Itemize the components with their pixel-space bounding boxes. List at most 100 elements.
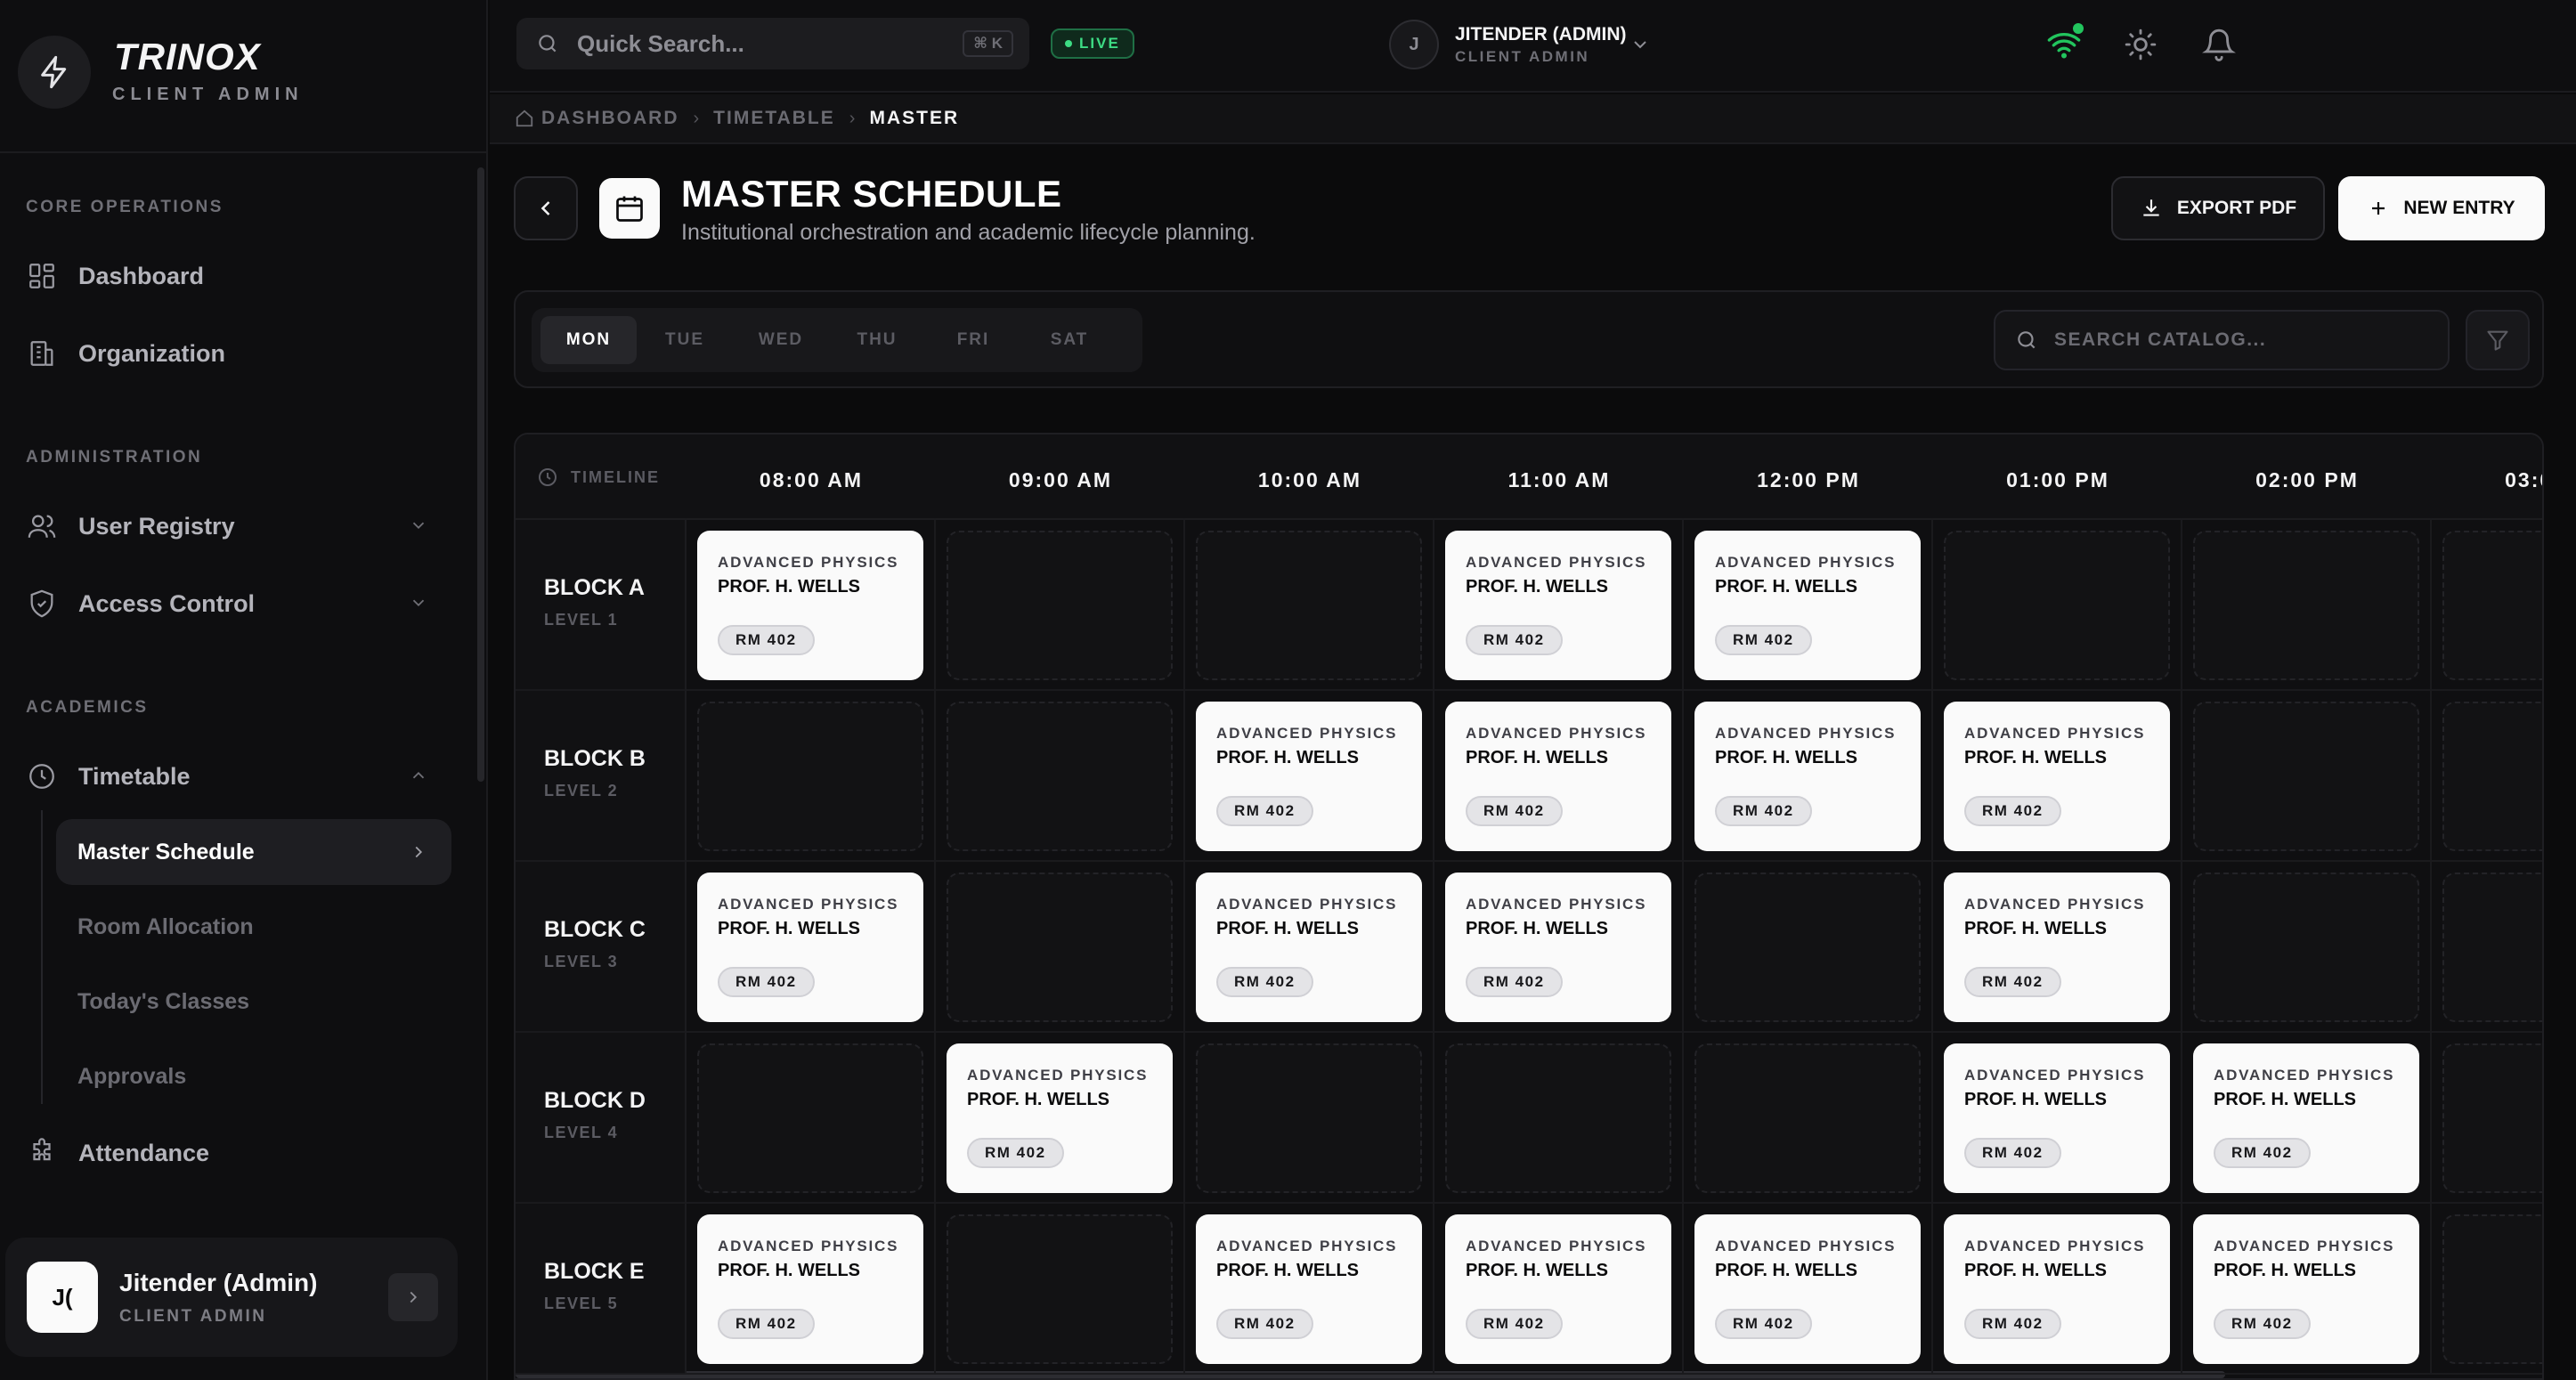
sidebar-item-organization[interactable]: Organization — [26, 327, 444, 380]
class-card[interactable]: ADVANCED PHYSICS PROF. H. WELLS RM 402 — [947, 1043, 1173, 1193]
breadcrumb-timetable[interactable]: TIMETABLE — [713, 108, 835, 129]
empty-slot[interactable] — [697, 1043, 923, 1193]
room-badge: RM 402 — [718, 967, 815, 997]
empty-slot[interactable] — [2442, 873, 2542, 1022]
sidebar-subitem-master-schedule[interactable]: Master Schedule — [56, 819, 451, 885]
sidebar-item-user-registry[interactable]: User Registry — [26, 499, 444, 553]
brand-subtitle: CLIENT ADMIN — [112, 85, 304, 104]
class-card[interactable]: ADVANCED PHYSICS PROF. H. WELLS RM 402 — [697, 1214, 923, 1364]
class-card[interactable]: ADVANCED PHYSICS PROF. H. WELLS RM 402 — [1196, 702, 1422, 851]
wifi-icon[interactable] — [2043, 23, 2085, 66]
sidebar-scrollbar[interactable] — [477, 167, 484, 782]
empty-slot[interactable] — [1445, 1043, 1671, 1193]
breadcrumb-dashboard[interactable]: DASHBOARD — [541, 108, 679, 129]
room-badge: RM 402 — [718, 1309, 815, 1339]
schedule-grid: TIMELINE 08:00 AM 09:00 AM 10:00 AM 11:00 A… — [514, 433, 2544, 1380]
catalog-search-input[interactable]: SEARCH CATALOG... — [1994, 310, 2450, 370]
filter-button[interactable] — [2466, 310, 2530, 370]
subitem-label: Master Schedule — [77, 839, 255, 865]
sidebar-subitem-todays-classes[interactable]: Today's Classes — [56, 969, 451, 1035]
room-badge: RM 402 — [967, 1138, 1064, 1168]
empty-slot[interactable] — [1196, 531, 1422, 680]
class-card[interactable]: ADVANCED PHYSICS PROF. H. WELLS RM 402 — [697, 873, 923, 1022]
tab-tue[interactable]: TUE — [637, 316, 733, 364]
empty-slot[interactable] — [1694, 873, 1921, 1022]
sidebar-subitem-approvals[interactable]: Approvals — [56, 1043, 451, 1109]
tab-wed[interactable]: WED — [733, 316, 829, 364]
avatar: J( — [27, 1262, 98, 1333]
download-icon — [2143, 199, 2159, 216]
back-button[interactable] — [514, 176, 578, 240]
class-card[interactable]: ADVANCED PHYSICS PROF. H. WELLS RM 402 — [1445, 1214, 1671, 1364]
class-card[interactable]: ADVANCED PHYSICS PROF. H. WELLS RM 402 — [1944, 702, 2170, 851]
class-card[interactable]: ADVANCED PHYSICS PROF. H. WELLS RM 402 — [1944, 1214, 2170, 1364]
account-menu[interactable]: J JITENDER (ADMIN) CLIENT ADMIN — [1386, 20, 1662, 71]
section-academics: ACADEMICS — [26, 698, 149, 717]
sidebar-item-timetable[interactable]: Timetable — [26, 750, 444, 803]
block-row-label: BLOCK C LEVEL 3 — [516, 862, 687, 1033]
class-card[interactable]: ADVANCED PHYSICS PROF. H. WELLS RM 402 — [1694, 1214, 1921, 1364]
sidebar-item-dashboard[interactable]: Dashboard — [26, 249, 444, 303]
quick-search-input[interactable]: Quick Search... ⌘ K — [516, 18, 1029, 69]
empty-slot[interactable] — [1196, 1043, 1422, 1193]
block-row-label: BLOCK B LEVEL 2 — [516, 691, 687, 862]
course-name: ADVANCED PHYSICS — [1964, 725, 2146, 742]
block-level: LEVEL 3 — [544, 953, 619, 970]
class-card[interactable]: ADVANCED PHYSICS PROF. H. WELLS RM 402 — [1694, 702, 1921, 851]
empty-slot[interactable] — [947, 702, 1173, 851]
sidebar-item-attendance[interactable]: Attendance — [26, 1126, 444, 1180]
class-card[interactable]: ADVANCED PHYSICS PROF. H. WELLS RM 402 — [1445, 531, 1671, 680]
empty-slot[interactable] — [2193, 531, 2419, 680]
time-header: 01:00 PM — [2006, 468, 2109, 491]
empty-slot[interactable] — [2442, 1214, 2542, 1364]
empty-slot[interactable] — [697, 702, 923, 851]
empty-slot[interactable] — [1944, 531, 2170, 680]
sidebar-subitem-room-allocation[interactable]: Room Allocation — [56, 894, 451, 960]
chevron-right-icon — [410, 1291, 418, 1303]
class-card[interactable]: ADVANCED PHYSICS PROF. H. WELLS RM 402 — [1445, 702, 1671, 851]
room-badge: RM 402 — [1715, 796, 1812, 826]
new-entry-button[interactable]: NEW ENTRY — [2338, 176, 2545, 240]
bell-icon[interactable] — [2198, 23, 2240, 66]
sidebar-item-access-control[interactable]: Access Control — [26, 577, 444, 630]
tab-thu[interactable]: THU — [829, 316, 925, 364]
empty-slot[interactable] — [2442, 531, 2542, 680]
time-header: 10:00 AM — [1257, 468, 1362, 491]
tab-sat[interactable]: SAT — [1021, 316, 1117, 364]
professor-name: PROF. H. WELLS — [2214, 1261, 2356, 1280]
class-card[interactable]: ADVANCED PHYSICS PROF. H. WELLS RM 402 — [1694, 531, 1921, 680]
theme-toggle-sun-icon[interactable] — [2119, 23, 2162, 66]
account-name: JITENDER (ADMIN) — [1455, 24, 1627, 45]
empty-slot[interactable] — [2193, 873, 2419, 1022]
search-placeholder: Quick Search... — [577, 29, 744, 57]
professor-name: PROF. H. WELLS — [718, 577, 860, 597]
professor-name: PROF. H. WELLS — [1964, 748, 2107, 767]
user-menu-button[interactable] — [388, 1273, 438, 1321]
export-pdf-label: EXPORT PDF — [2176, 198, 2297, 218]
empty-slot[interactable] — [947, 1214, 1173, 1364]
empty-slot[interactable] — [2193, 702, 2419, 851]
export-pdf-button[interactable]: EXPORT PDF — [2111, 176, 2325, 240]
tab-fri[interactable]: FRI — [925, 316, 1021, 364]
empty-slot[interactable] — [2442, 1043, 2542, 1193]
course-name: ADVANCED PHYSICS — [1216, 725, 1398, 742]
class-card[interactable]: ADVANCED PHYSICS PROF. H. WELLS RM 402 — [1196, 873, 1422, 1022]
class-card[interactable]: ADVANCED PHYSICS PROF. H. WELLS RM 402 — [1445, 873, 1671, 1022]
empty-slot[interactable] — [2442, 702, 2542, 851]
tab-mon[interactable]: MON — [540, 316, 637, 364]
class-card[interactable]: ADVANCED PHYSICS PROF. H. WELLS RM 402 — [1944, 873, 2170, 1022]
empty-slot[interactable] — [947, 531, 1173, 680]
course-name: ADVANCED PHYSICS — [1216, 1238, 1398, 1254]
class-card[interactable]: ADVANCED PHYSICS PROF. H. WELLS RM 402 — [697, 531, 923, 680]
empty-slot[interactable] — [947, 873, 1173, 1022]
bolt-icon[interactable] — [18, 36, 91, 109]
home-icon[interactable] — [515, 109, 534, 128]
course-name: ADVANCED PHYSICS — [1964, 1067, 2146, 1084]
class-card[interactable]: ADVANCED PHYSICS PROF. H. WELLS RM 402 — [2193, 1214, 2419, 1364]
class-card[interactable]: ADVANCED PHYSICS PROF. H. WELLS RM 402 — [1944, 1043, 2170, 1193]
sidebar-user-card[interactable]: J( Jitender (Admin) CLIENT ADMIN — [5, 1238, 458, 1357]
empty-slot[interactable] — [1694, 1043, 1921, 1193]
grid-header: TIMELINE 08:00 AM 09:00 AM 10:00 AM 11:00 A… — [516, 434, 2542, 520]
class-card[interactable]: ADVANCED PHYSICS PROF. H. WELLS RM 402 — [1196, 1214, 1422, 1364]
class-card[interactable]: ADVANCED PHYSICS PROF. H. WELLS RM 402 — [2193, 1043, 2419, 1193]
